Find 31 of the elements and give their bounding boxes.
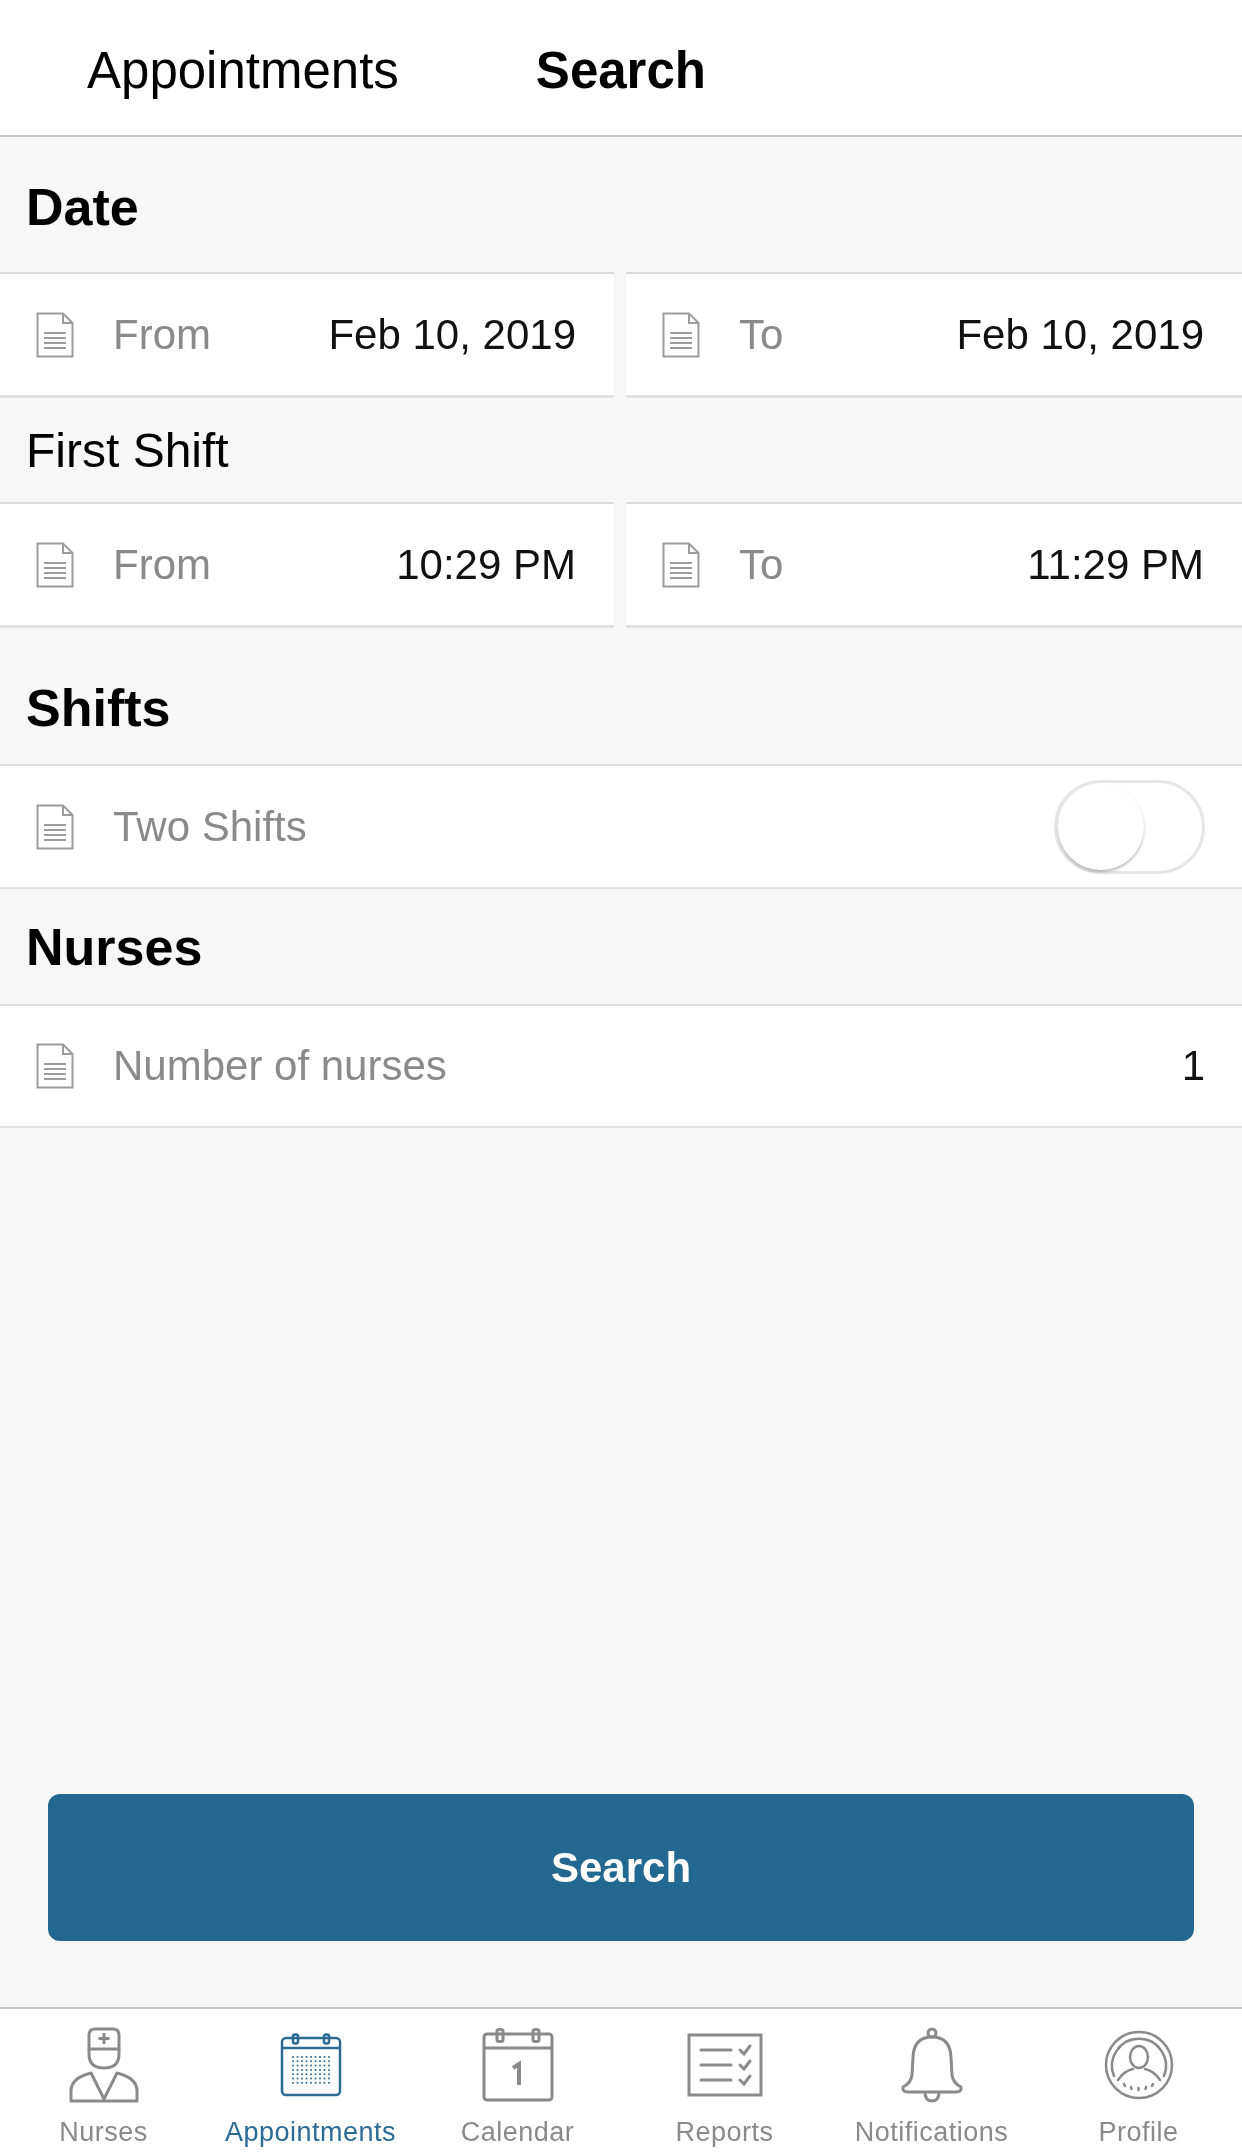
section-heading: Nurses — [26, 916, 203, 977]
tab[interactable]: Appointments — [87, 41, 399, 100]
document-icon — [36, 803, 74, 850]
picker-value[interactable]: 11:29 PM — [1027, 540, 1204, 589]
field-label: To — [739, 310, 784, 359]
nurse-icon — [68, 2027, 139, 2103]
document-icon — [36, 311, 74, 358]
subsection-heading: First Shift — [26, 422, 229, 478]
calendar-icon — [279, 2033, 342, 2097]
tab-bar-item[interactable]: Appointments — [207, 2009, 414, 2154]
field-label: Number of nurses — [113, 1042, 447, 1090]
calendar-icon — [481, 2028, 554, 2102]
section-heading: Date — [26, 176, 139, 237]
number-value[interactable]: 1 — [1181, 1042, 1205, 1090]
picker-value[interactable]: 10:29 PM — [396, 540, 576, 589]
document-icon — [36, 1043, 74, 1089]
document-icon — [662, 541, 700, 588]
picker-value[interactable]: Feb 10, 2019 — [956, 310, 1204, 359]
document-icon — [662, 311, 700, 358]
user-icon — [1103, 2030, 1174, 2100]
bell-icon — [899, 2027, 964, 2103]
tab[interactable]: Search — [535, 41, 706, 100]
checklist-icon — [686, 2033, 763, 2097]
search-button[interactable]: Search — [48, 1794, 1194, 1941]
field-label: From — [113, 540, 211, 589]
field-label: To — [739, 540, 784, 589]
field-label: From — [113, 310, 211, 359]
field-label: Two Shifts — [113, 802, 307, 851]
document-icon — [36, 541, 74, 588]
picker-value[interactable]: Feb 10, 2019 — [328, 310, 576, 359]
section-heading: Shifts — [26, 678, 171, 738]
